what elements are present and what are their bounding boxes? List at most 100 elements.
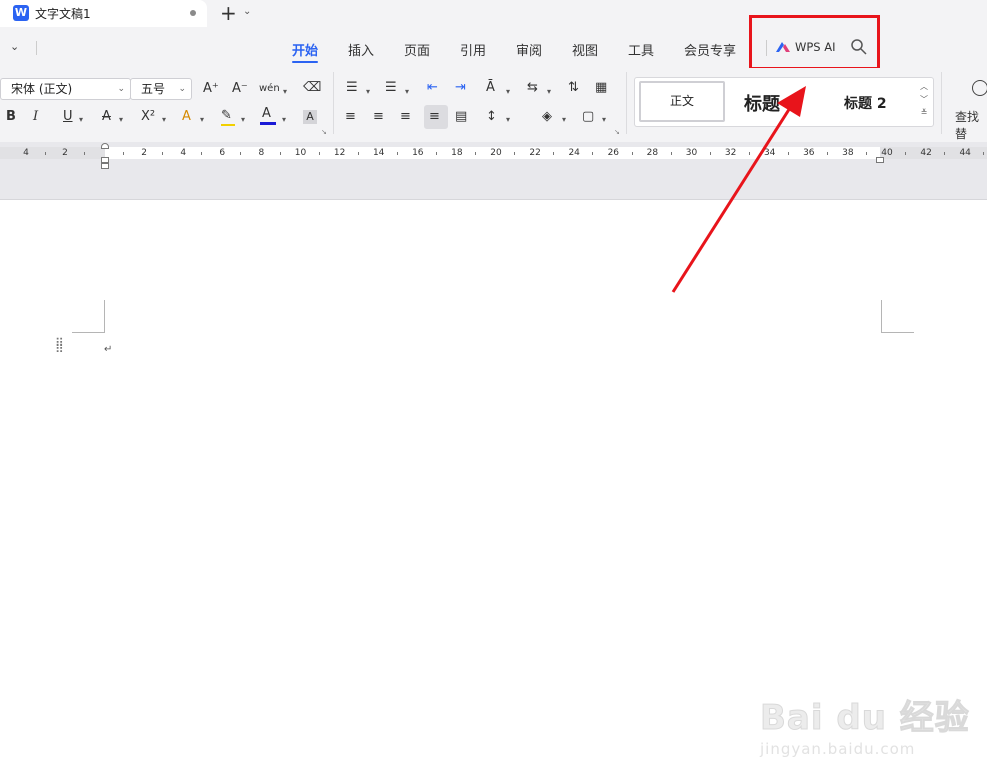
chevron-down-icon[interactable]: ▾ xyxy=(162,112,166,128)
line-spacing-icon[interactable]: ↕ xyxy=(486,109,497,125)
paragraph-mark[interactable]: ↵ xyxy=(104,344,112,355)
styles-gallery-scroll[interactable]: ︿ ﹀ ≚ xyxy=(920,80,928,119)
ruler-tick-mark xyxy=(788,152,789,155)
chevron-down-icon[interactable]: ▾ xyxy=(282,112,286,128)
distributed-align-icon[interactable]: ▤ xyxy=(455,109,467,125)
chevron-down-icon[interactable]: ▾ xyxy=(506,84,510,100)
align-center-icon[interactable]: ≡ xyxy=(373,109,384,125)
ruler-tick-label: 38 xyxy=(842,148,854,158)
ruler-tick-label: 4 xyxy=(23,148,29,158)
font-color-button[interactable]: A xyxy=(262,106,271,122)
ruler-right-margin xyxy=(880,147,987,159)
ruler-tick-mark xyxy=(710,152,711,155)
highlight-color-bar xyxy=(221,124,235,126)
ruler-tick-mark xyxy=(944,152,945,155)
menu-tab-page[interactable]: 页面 xyxy=(404,40,430,59)
paragraph-dialog-launcher-icon[interactable]: ↘ xyxy=(614,128,620,136)
borders-icon[interactable]: ▢ xyxy=(582,109,594,125)
font-size-select[interactable]: 五号 ⌄ xyxy=(130,78,192,100)
style-heading-1[interactable]: 标题 1 xyxy=(744,90,799,116)
document-tab[interactable] xyxy=(0,0,207,27)
increase-font-size-button[interactable]: A⁺ xyxy=(203,81,219,97)
text-direction-icon[interactable]: Ā xyxy=(486,80,495,96)
text-effect-button[interactable]: A xyxy=(182,109,191,125)
clear-format-eraser-icon[interactable]: ⌫ xyxy=(303,80,321,96)
menu-tab-tools[interactable]: 工具 xyxy=(628,40,654,59)
font-name-select[interactable]: 宋体 (正文) ⌄ xyxy=(0,78,131,100)
find-replace-icon[interactable] xyxy=(972,80,987,96)
decrease-indent-icon[interactable]: ⇤ xyxy=(427,80,438,96)
bold-button[interactable]: B xyxy=(6,109,16,125)
ruler-tick-mark xyxy=(319,152,320,155)
underline-button[interactable]: U xyxy=(63,109,73,125)
first-line-indent-marker[interactable] xyxy=(101,143,109,149)
paragraph-drag-handle-icon[interactable]: ⠿ ⠿ xyxy=(55,337,64,355)
ruler-tick-mark xyxy=(162,152,163,155)
character-shading-button[interactable]: A xyxy=(303,110,317,124)
menu-tab-insert[interactable]: 插入 xyxy=(348,40,374,59)
strikethrough-button[interactable]: A xyxy=(102,109,111,125)
chevron-down-icon[interactable]: ▾ xyxy=(562,112,566,128)
ruler-tick-label: 16 xyxy=(412,148,424,158)
chevron-down-icon[interactable]: ▾ xyxy=(506,112,510,128)
italic-button[interactable]: I xyxy=(33,109,38,125)
ribbon-group-divider xyxy=(941,72,942,134)
menu-tab-review[interactable]: 审阅 xyxy=(516,40,542,59)
ruler-tick-label: 42 xyxy=(920,148,932,158)
chevron-down-icon[interactable]: ▾ xyxy=(119,112,123,128)
active-tab-indicator xyxy=(292,61,318,63)
superscript-button[interactable]: X² xyxy=(141,109,155,125)
style-heading-2[interactable]: 标题 2 xyxy=(844,93,887,113)
chevron-down-icon[interactable]: ▾ xyxy=(79,112,83,128)
unsaved-indicator-icon[interactable] xyxy=(190,10,196,16)
ruler-tick-mark xyxy=(514,152,515,155)
chevron-down-icon: ⌄ xyxy=(117,84,125,94)
chevron-down-icon[interactable]: ▾ xyxy=(602,112,606,128)
wps-writer-logo-icon: W xyxy=(13,5,29,21)
menu-tab-references[interactable]: 引用 xyxy=(460,40,486,59)
new-tab-dropdown-icon[interactable]: ⌄ xyxy=(243,6,251,17)
ruler-tick-mark xyxy=(905,152,906,155)
left-indent-marker[interactable] xyxy=(101,163,109,169)
menu-tab-view[interactable]: 视图 xyxy=(572,40,598,59)
menu-tab-home[interactable]: 开始 xyxy=(292,40,318,59)
numbered-list-icon[interactable]: ☰ xyxy=(385,80,397,96)
style-normal[interactable]: 正文 xyxy=(639,81,725,122)
decrease-font-size-button[interactable]: A⁻ xyxy=(232,81,248,97)
new-tab-button[interactable]: + xyxy=(220,2,237,24)
chevron-down-icon[interactable]: ▾ xyxy=(405,84,409,100)
sort-direction-icon[interactable]: ⇆ xyxy=(527,80,538,96)
pinyin-guide-button[interactable]: wén xyxy=(259,81,280,97)
ruler-tick-mark xyxy=(827,152,828,155)
ruler-tick-mark xyxy=(123,152,124,155)
chevron-down-icon[interactable]: ▾ xyxy=(547,84,551,100)
document-tab-title[interactable]: 文字文稿1 xyxy=(35,5,91,22)
ruler-tick-mark xyxy=(553,152,554,155)
find-replace-label[interactable]: 查找替 xyxy=(955,108,987,142)
font-dialog-launcher-icon[interactable]: ↘ xyxy=(321,128,327,136)
chevron-down-icon[interactable]: ▾ xyxy=(241,112,245,128)
chevron-down-icon[interactable]: ▾ xyxy=(366,84,370,100)
menu-divider xyxy=(36,41,37,55)
align-right-icon[interactable]: ≡ xyxy=(400,109,411,125)
chevron-down-icon[interactable]: ▾ xyxy=(283,84,287,100)
ruler-tick-label: 26 xyxy=(607,148,620,158)
crop-mark-top-left xyxy=(72,332,105,333)
ruler-tick-label: 20 xyxy=(490,148,502,158)
ruler-tick-mark xyxy=(397,152,398,155)
chevron-down-icon[interactable]: ▾ xyxy=(200,112,204,128)
increase-indent-icon[interactable]: ⇥ xyxy=(455,80,466,96)
menu-tab-member[interactable]: 会员专享 xyxy=(684,40,736,59)
collapse-ribbon-chevron-icon[interactable]: ⌄ xyxy=(10,40,19,53)
ribbon-group-divider xyxy=(626,72,627,134)
highlight-pen-icon[interactable]: ✎ xyxy=(221,108,232,124)
paragraph-shading-icon[interactable]: ◈ xyxy=(542,109,552,125)
ruler-tick-label: 24 xyxy=(568,148,580,158)
show-marks-icon[interactable]: ▦ xyxy=(595,80,607,96)
justify-icon[interactable]: ≡ xyxy=(429,109,440,125)
right-indent-marker[interactable] xyxy=(876,157,884,163)
ruler-tick-label: 22 xyxy=(529,148,541,158)
bullet-list-icon[interactable]: ☰ xyxy=(346,80,358,96)
align-left-icon[interactable]: ≡ xyxy=(345,109,356,125)
sort-icon[interactable]: ⇅ xyxy=(568,80,579,96)
